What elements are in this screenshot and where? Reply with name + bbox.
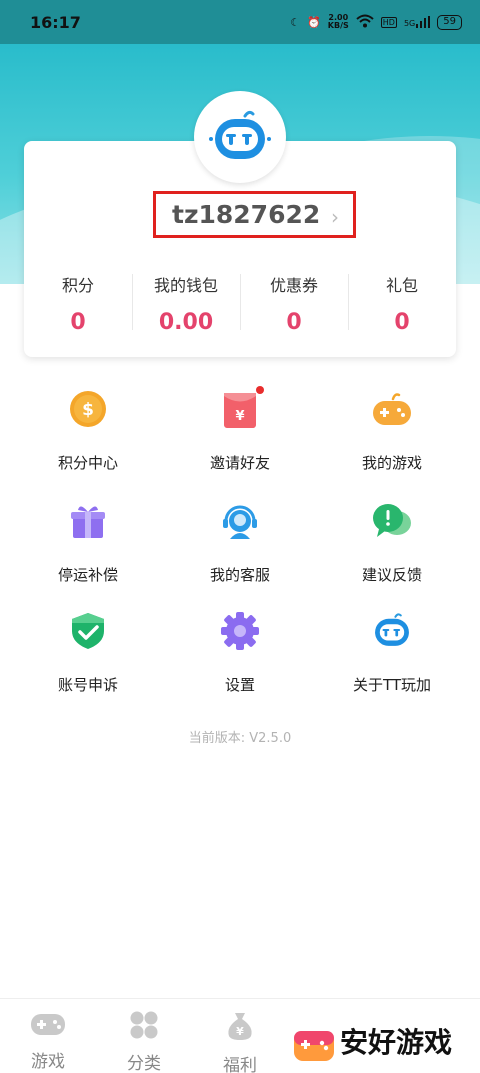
money-bag-icon: ¥ bbox=[228, 1013, 252, 1040]
customer-service-icon bbox=[219, 500, 261, 542]
network-speed: 2.00 KB/S bbox=[328, 14, 349, 30]
battery-indicator: 59 bbox=[437, 14, 462, 30]
gift-icon bbox=[67, 500, 109, 542]
menu-settings[interactable]: 设置 bbox=[160, 610, 320, 695]
svg-text:¥: ¥ bbox=[236, 1025, 244, 1038]
robot-logo-icon bbox=[371, 610, 413, 652]
menu-customer-service[interactable]: 我的客服 bbox=[160, 500, 320, 585]
menu-label: 邀请好友 bbox=[209, 454, 270, 472]
tab-games[interactable]: 游戏 bbox=[0, 1011, 96, 1072]
alarm-icon: ⏰ bbox=[307, 15, 321, 29]
menu-label: 我的游戏 bbox=[361, 454, 422, 472]
stat-label: 我的钱包 bbox=[153, 276, 218, 295]
wifi-icon bbox=[356, 14, 374, 31]
watermark-logo-icon bbox=[294, 1030, 334, 1061]
tab-category[interactable]: 分类 bbox=[96, 1011, 192, 1073]
watermark: 安好游戏 bbox=[292, 1008, 480, 1073]
status-time: 16:17 bbox=[30, 12, 81, 32]
stat-coupons[interactable]: 优惠券 0 bbox=[240, 268, 348, 338]
svg-text:¥: ¥ bbox=[235, 409, 244, 424]
red-envelope-icon: ¥ bbox=[219, 386, 264, 430]
menu-invite-friends[interactable]: ¥ 邀请好友 bbox=[160, 386, 320, 473]
stat-label: 优惠券 bbox=[269, 276, 318, 295]
tab-label: 福利 bbox=[223, 1056, 257, 1073]
menu-label: 设置 bbox=[224, 676, 255, 694]
watermark-text: 安好游戏 bbox=[340, 1025, 453, 1059]
stat-gifts[interactable]: 礼包 0 bbox=[348, 268, 456, 338]
menu-label: 停运补偿 bbox=[57, 566, 118, 584]
menu-label: 积分中心 bbox=[57, 454, 118, 472]
menu-my-games[interactable]: 我的游戏 bbox=[312, 388, 472, 473]
status-bar: 16:17 ☾ ⏰ 2.00 KB/S HD 5G 59 bbox=[0, 0, 480, 44]
username-highlight[interactable]: tz1827622 › bbox=[153, 191, 356, 238]
app-version: 当前版本: V2.5.0 bbox=[188, 731, 292, 746]
moon-icon: ☾ bbox=[290, 15, 301, 29]
chat-icon bbox=[371, 500, 413, 542]
menu-account-appeal[interactable]: 账号申诉 bbox=[8, 610, 168, 695]
tab-label: 游戏 bbox=[31, 1052, 65, 1072]
svg-text:$: $ bbox=[82, 400, 94, 420]
stats-row: 积分 0 我的钱包 0.00 优惠券 0 礼包 0 bbox=[24, 268, 456, 338]
menu-feedback[interactable]: 建议反馈 bbox=[312, 500, 472, 585]
stat-value: 0 bbox=[286, 310, 302, 335]
menu-label: 关于TT玩加 bbox=[352, 676, 432, 694]
robot-logo-icon bbox=[209, 110, 271, 159]
category-icon bbox=[130, 1011, 158, 1039]
gamepad-icon bbox=[31, 1014, 65, 1035]
stat-points[interactable]: 积分 0 bbox=[24, 268, 132, 338]
avatar[interactable] bbox=[194, 91, 286, 183]
menu-compensation[interactable]: 停运补偿 bbox=[8, 500, 168, 585]
status-icons: ☾ ⏰ 2.00 KB/S HD 5G 59 bbox=[290, 14, 462, 31]
speed-unit: KB/S bbox=[327, 21, 349, 30]
notification-dot bbox=[256, 386, 264, 394]
hd-icon: HD bbox=[380, 16, 397, 28]
network-type: 5G bbox=[403, 19, 416, 28]
stat-value: 0 bbox=[394, 310, 410, 335]
stat-value: 0 bbox=[70, 310, 86, 335]
chevron-right-icon: › bbox=[331, 205, 339, 229]
stat-wallet[interactable]: 我的钱包 0.00 bbox=[132, 268, 240, 338]
menu-about[interactable]: 关于TT玩加 bbox=[312, 610, 472, 695]
menu-label: 建议反馈 bbox=[361, 566, 422, 584]
tab-welfare[interactable]: ¥ 福利 bbox=[192, 1011, 288, 1073]
gear-icon bbox=[219, 610, 261, 652]
signal-icon: 5G bbox=[403, 16, 431, 28]
gamepad-icon bbox=[371, 388, 413, 430]
menu-label: 我的客服 bbox=[209, 566, 270, 584]
coin-icon: $ bbox=[67, 388, 109, 430]
menu-label: 账号申诉 bbox=[57, 676, 118, 694]
stat-label: 积分 bbox=[61, 276, 94, 295]
stat-value: 0.00 bbox=[158, 310, 214, 335]
menu-points-center[interactable]: $ 积分中心 bbox=[8, 388, 168, 473]
tab-label: 分类 bbox=[127, 1054, 161, 1073]
stat-label: 礼包 bbox=[385, 276, 418, 295]
username: tz1827622 bbox=[172, 200, 321, 229]
shield-check-icon bbox=[67, 610, 109, 652]
